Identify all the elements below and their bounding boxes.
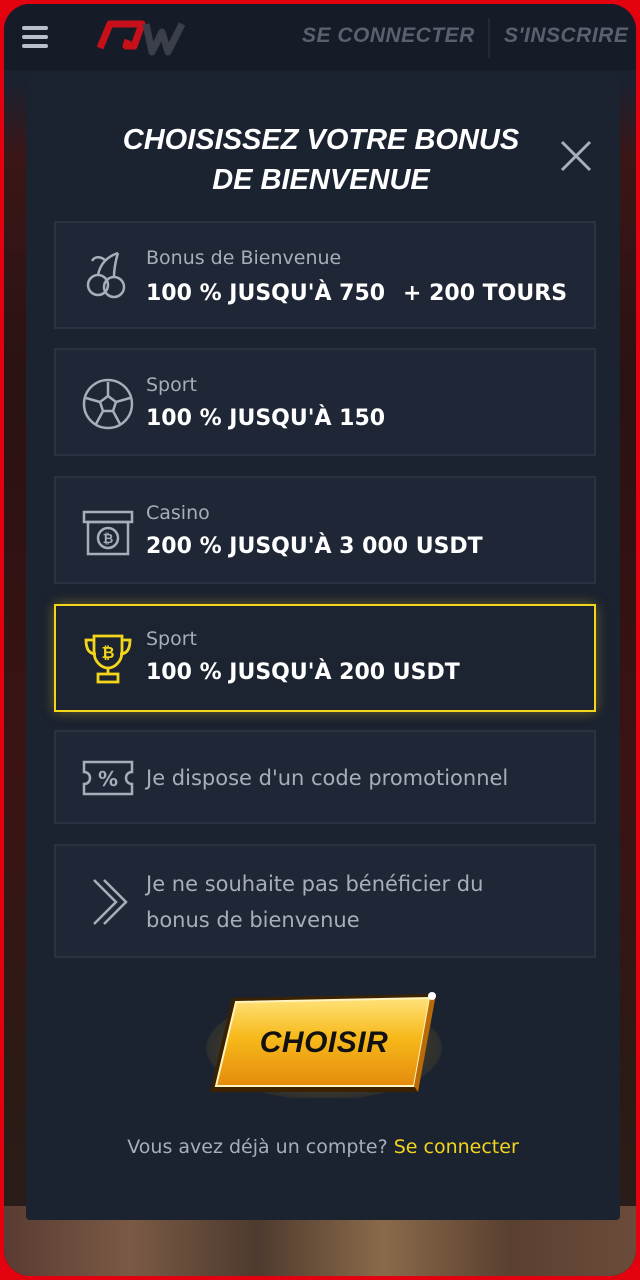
close-icon[interactable] xyxy=(556,136,596,176)
login-prompt-line: Vous avez déjà un compte? Se connecter xyxy=(26,1136,620,1158)
decline-label-line1: Je ne souhaite pas bénéficier du xyxy=(146,872,484,896)
promo-code-option[interactable]: % Je dispose d'un code promotionnel xyxy=(54,730,596,824)
bitcoin-trophy-icon: ₿ xyxy=(84,634,132,684)
login-link-top[interactable]: SE CONNECTER xyxy=(302,24,475,48)
login-link[interactable]: Se connecter xyxy=(394,1136,519,1158)
bonus-option-welcome[interactable]: Bonus de Bienvenue 100 % JUSQU'À 750 + 2… xyxy=(54,221,596,329)
bonus-option-sport-usdt[interactable]: ₿ Sport 100 % JUSQU'À 200 USDT xyxy=(54,604,596,712)
option-subtitle: Casino xyxy=(146,502,210,524)
app-frame: SE CONNECTER S'INSCRIRE CHOISISSEZ VOTRE… xyxy=(4,4,636,1276)
option-amount: 100 % JUSQU'À 200 USDT xyxy=(146,660,460,685)
bonus-modal: CHOISISSEZ VOTRE BONUS DE BIENVENUE Bonu… xyxy=(26,72,620,1220)
choose-button[interactable]: CHOISIR xyxy=(204,988,444,1100)
brand-logo[interactable] xyxy=(96,18,206,58)
option-amount: 100 % JUSQU'À 750 xyxy=(146,281,386,306)
option-amount: 100 % JUSQU'À 150 xyxy=(146,406,386,431)
svg-text:₿: ₿ xyxy=(103,532,114,547)
soccer-ball-icon xyxy=(82,378,134,430)
modal-title: CHOISISSEZ VOTRE BONUS DE BIENVENUE xyxy=(66,120,576,200)
choose-button-label: CHOISIR xyxy=(259,1026,389,1059)
signup-link-top[interactable]: S'INSCRIRE xyxy=(504,24,628,48)
svg-text:₿: ₿ xyxy=(101,643,114,662)
option-subtitle: Sport xyxy=(146,628,198,650)
menu-icon[interactable] xyxy=(22,26,48,48)
title-line-2: DE BIENVENUE xyxy=(212,164,430,196)
top-bar: SE CONNECTER S'INSCRIRE xyxy=(4,4,636,70)
option-extra: + 200 TOURS xyxy=(403,281,568,306)
login-prompt-text: Vous avez déjà un compte? xyxy=(127,1136,388,1158)
chevron-right-icon xyxy=(93,879,128,925)
promo-ticket-icon: % xyxy=(82,760,134,796)
option-subtitle: Bonus de Bienvenue xyxy=(146,247,342,269)
promo-code-label: Je dispose d'un code promotionnel xyxy=(146,766,509,790)
bitcoin-chest-icon: ₿ xyxy=(82,510,134,556)
divider xyxy=(488,18,490,58)
decline-bonus-option[interactable]: Je ne souhaite pas bénéficier du bonus d… xyxy=(54,844,596,958)
bonus-option-sport[interactable]: Sport 100 % JUSQU'À 150 xyxy=(54,348,596,456)
cherries-icon xyxy=(86,251,126,299)
option-amount: 200 % JUSQU'À 3 000 USDT xyxy=(146,534,483,559)
decline-label-line2: bonus de bienvenue xyxy=(146,908,360,932)
option-subtitle: Sport xyxy=(146,374,198,396)
svg-text:%: % xyxy=(98,767,118,791)
bonus-option-casino[interactable]: ₿ Casino 200 % JUSQU'À 3 000 USDT xyxy=(54,476,596,584)
title-line-1: CHOISISSEZ VOTRE BONUS xyxy=(122,124,520,156)
